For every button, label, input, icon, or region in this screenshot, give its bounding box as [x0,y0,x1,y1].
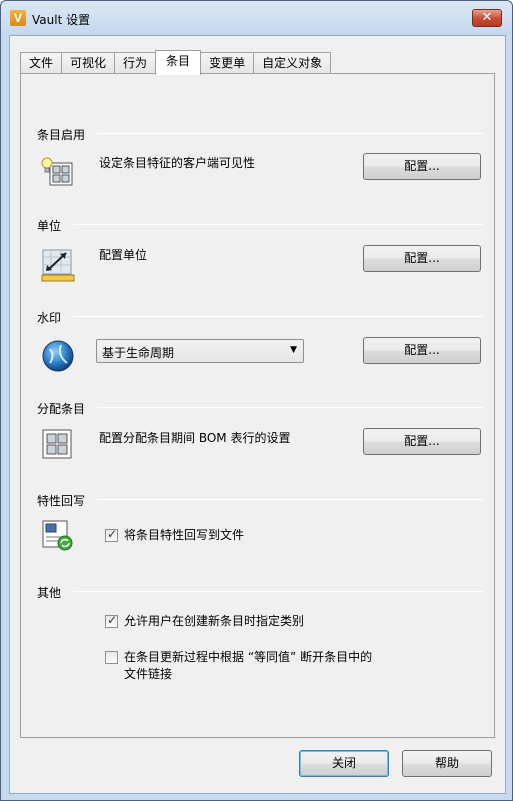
dialog-client-area: 文件 可视化 行为 条目 变更单 自定义对象 条目启用 设定条目特征的客户端可见… [9,35,506,794]
item-enable-configure-button[interactable]: 配置... [363,153,481,180]
allow-category-checkbox-label: 允许用户在创建新条目时指定类别 [124,614,305,628]
close-button[interactable]: 关闭 [299,750,389,777]
units-configure-button[interactable]: 配置... [363,245,481,272]
writeback-sync-icon [41,519,73,551]
chevron-down-icon: ▼ [290,345,297,355]
tab-change-orders[interactable]: 变更单 [200,52,255,74]
close-window-button[interactable]: ✕ [472,9,502,27]
writeback-checkbox[interactable] [105,527,118,542]
watermark-configure-button[interactable]: 配置... [363,337,481,364]
vault-app-icon: V [10,10,26,26]
tab-files[interactable]: 文件 [20,52,63,74]
watermark-mode-value: 基于生命周期 [102,346,175,360]
section-title-assign-items: 分配条目 [37,402,86,416]
section-title-watermark: 水印 [37,311,62,325]
section-title-property-writeback: 特性回写 [37,494,86,508]
assign-items-description: 配置分配条目期间 BOM 表行的设置 [99,431,291,445]
tab-items[interactable]: 条目 [155,50,202,75]
assign-items-configure-button[interactable]: 配置... [363,428,481,455]
section-divider [73,224,484,225]
ruler-measure-icon [41,248,75,282]
units-description: 配置单位 [99,248,148,262]
break-file-link-label-line1: 在条目更新过程中根据 “等同值” 断开条目中的 [124,650,373,664]
section-title-units: 单位 [37,219,62,233]
break-file-link-checkbox[interactable] [105,651,118,664]
lightbulb-grid-icon [41,156,73,188]
items-tab-panel: 条目启用 设定条目特征的客户端可见性 配置... 单位 配置单位 配置... 水… [20,73,495,738]
section-divider [97,499,484,500]
writeback-checkbox-label: 将条目特性回写到文件 [124,528,245,542]
title-bar[interactable]: V Vault 设置 ✕ [1,1,512,35]
tab-behaviors[interactable]: 行为 [114,52,157,74]
tab-visualization[interactable]: 可视化 [61,52,116,74]
tab-custom-objects[interactable]: 自定义对象 [253,52,332,74]
window-title: Vault 设置 [32,13,91,27]
tab-strip: 文件 可视化 行为 条目 变更单 自定义对象 [20,50,332,75]
section-divider [97,407,484,408]
vault-settings-window: V Vault 设置 ✕ 文件 可视化 行为 条目 变更单 自定义对象 条目启用 [0,0,513,801]
section-title-other: 其他 [37,586,62,600]
item-enable-description: 设定条目特征的客户端可见性 [99,156,256,170]
section-divider [97,133,484,134]
watermark-mode-dropdown[interactable]: 基于生命周期 ▼ [96,339,304,363]
grid-icon [41,428,73,460]
section-divider [73,591,484,592]
break-file-link-label-line2: 文件链接 [124,667,173,681]
section-divider [73,316,484,317]
globe-icon [41,339,74,372]
help-button[interactable]: 帮助 [402,750,492,777]
section-title-item-enable: 条目启用 [37,128,86,142]
allow-category-checkbox[interactable] [105,613,118,628]
